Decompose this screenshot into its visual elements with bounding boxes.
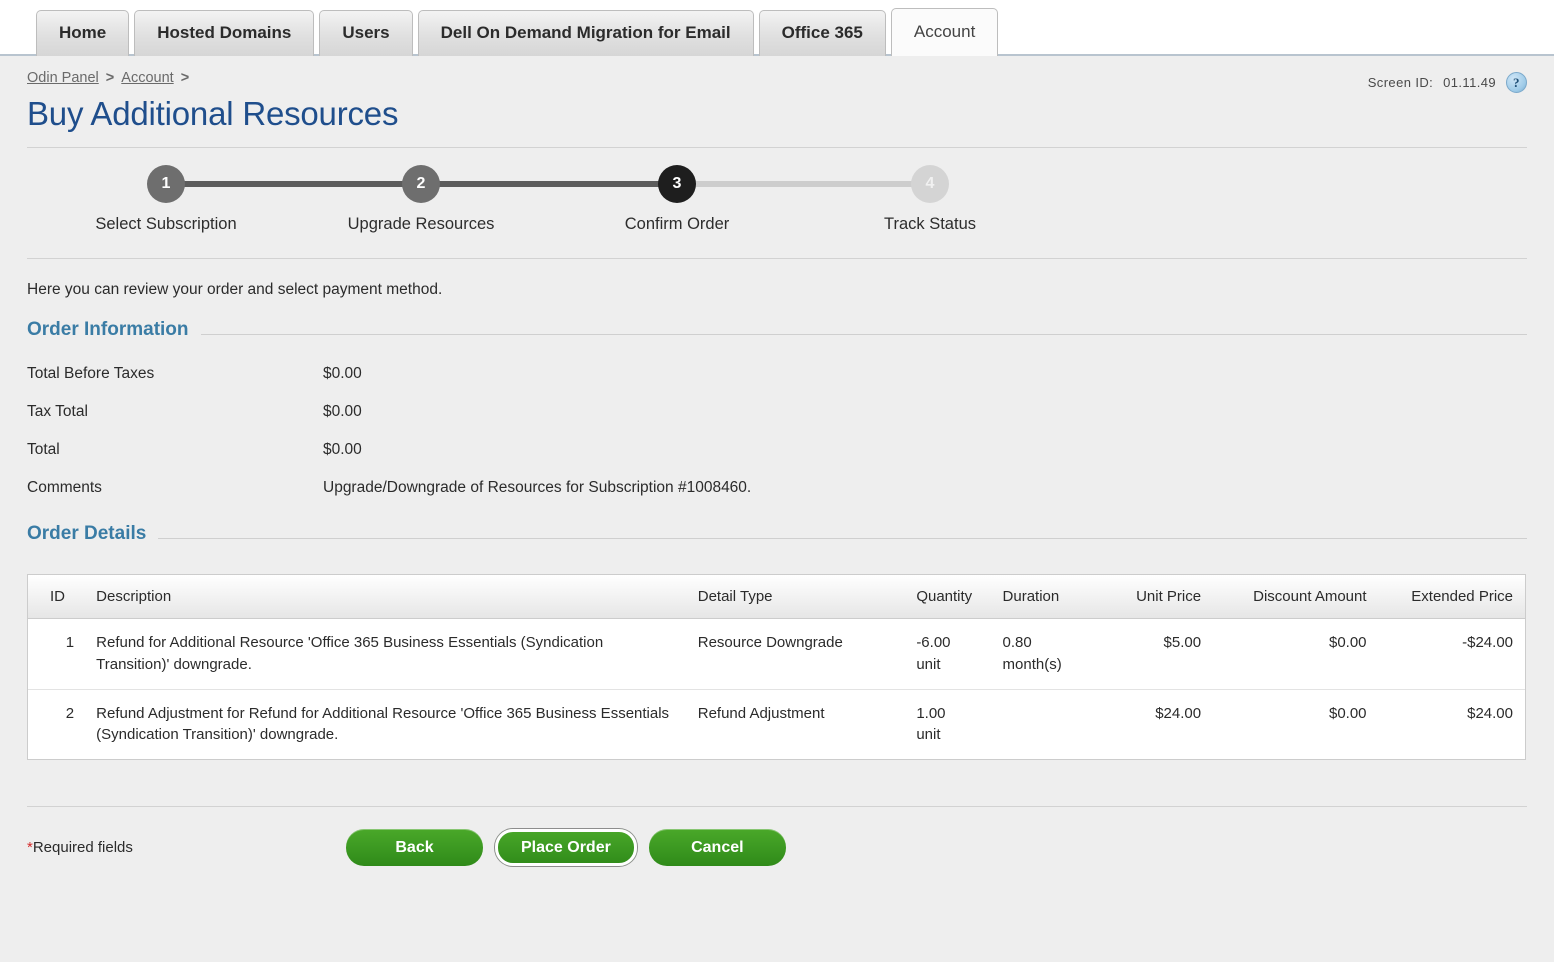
- cell-id: 2: [28, 688, 87, 759]
- step-label-2: Upgrade Resources: [347, 215, 495, 233]
- table-row[interactable]: 1 Refund for Additional Resource 'Office …: [28, 619, 1525, 690]
- duration-value: 0.80: [1002, 634, 1032, 651]
- tab-users[interactable]: Users: [319, 10, 413, 56]
- order-information-heading-label: Order Information: [27, 319, 189, 340]
- order-details-table: ID Description Detail Type Quantity Duration…: [28, 575, 1525, 759]
- cell-duration: 0.80 month(s): [993, 619, 1095, 690]
- info-row: Total $0.00: [27, 431, 1527, 469]
- info-row-value: Upgrade/Downgrade of Resources for Subsc…: [323, 479, 752, 496]
- tab-hosted-domains[interactable]: Hosted Domains: [134, 10, 315, 56]
- intro-text: Here you can review your order and selec…: [27, 281, 443, 298]
- cell-quantity: 1.00 unit: [906, 688, 993, 759]
- info-row-value: $0.00: [323, 365, 362, 382]
- order-details-heading-label: Order Details: [27, 523, 147, 544]
- wizard-stepper: 1 Select Subscription 2 Upgrade Resources 3 C…: [27, 160, 1527, 258]
- breadcrumb-separator: >: [176, 70, 190, 86]
- place-order-button[interactable]: Place Order: [495, 829, 637, 866]
- cell-id: 1: [65, 634, 75, 651]
- step-circle-3[interactable]: 3: [658, 165, 696, 203]
- breadcrumb: Odin Panel > Account >: [27, 70, 192, 86]
- cell-discount-amount: $0.00: [1211, 688, 1377, 759]
- step-circle-2[interactable]: 2: [402, 165, 440, 203]
- step-circle-1[interactable]: 1: [147, 165, 185, 203]
- cancel-button[interactable]: Cancel: [648, 829, 786, 866]
- tab-office-365[interactable]: Office 365: [758, 10, 886, 56]
- breadcrumb-link-odin-panel[interactable]: Odin Panel: [27, 70, 99, 86]
- order-information-heading: Order Information: [27, 319, 1527, 341]
- table-header: ID Description Detail Type Quantity Duration…: [28, 575, 1525, 619]
- back-button[interactable]: Back: [346, 829, 483, 866]
- page-container: Odin Panel > Account > Screen ID: 01.11.…: [0, 56, 1554, 866]
- cell-quantity: -6.00 unit: [906, 619, 992, 690]
- footer-actions: *Required fields Back Place Order Cancel: [27, 807, 1527, 866]
- info-row-label: Tax Total: [27, 403, 88, 420]
- cell-description: Refund for Additional Resource 'Office 3…: [96, 634, 604, 673]
- order-details-table-wrapper: ID Description Detail Type Quantity Duration…: [27, 574, 1526, 760]
- title-divider: [27, 147, 1527, 148]
- info-row-label: Total Before Taxes: [27, 365, 155, 382]
- step-circle-4[interactable]: 4: [911, 165, 949, 203]
- tab-home[interactable]: Home: [36, 10, 130, 56]
- column-header-description[interactable]: Description: [86, 575, 688, 619]
- quantity-unit: unit: [916, 726, 941, 744]
- stepper-connector: [421, 181, 677, 187]
- tab-account[interactable]: Account: [890, 8, 999, 56]
- cell-extended-price: -$24.00: [1462, 634, 1513, 651]
- heading-rule: [158, 537, 1527, 539]
- table-body: 1 Refund for Additional Resource 'Office …: [28, 619, 1525, 759]
- column-header-duration[interactable]: Duration: [992, 575, 1095, 619]
- column-header-discount-amount[interactable]: Discount Amount: [1211, 575, 1377, 619]
- column-header-id[interactable]: ID: [28, 575, 87, 619]
- info-row-label: Total: [27, 441, 60, 458]
- screen-id-block: Screen ID: 01.11.49 ?: [1368, 70, 1527, 93]
- info-row: Comments Upgrade/Downgrade of Resources f…: [27, 469, 1527, 507]
- quantity-unit: unit: [916, 655, 941, 673]
- breadcrumb-separator: >: [101, 70, 119, 86]
- column-header-quantity[interactable]: Quantity: [906, 575, 993, 619]
- column-header-detail-type[interactable]: Detail Type: [687, 575, 907, 619]
- tab-dell-on-demand-migration-for-email[interactable]: Dell On Demand Migration for Email: [417, 10, 754, 56]
- info-row-value: $0.00: [323, 403, 362, 420]
- duration-unit: month(s): [1002, 655, 1062, 673]
- info-row-label: Comments: [27, 479, 102, 496]
- step-label-4: Track Status: [884, 215, 976, 233]
- quantity-value: 1.00: [916, 704, 946, 722]
- table-row[interactable]: 2 Refund Adjustment for Refund for Additi…: [28, 688, 1525, 759]
- table-header-row: ID Description Detail Type Quantity Duration…: [28, 575, 1525, 619]
- breadcrumb-row: Odin Panel > Account > Screen ID: 01.11.…: [27, 56, 1527, 93]
- quantity-value: -6.00: [916, 634, 951, 651]
- info-row: Total Before Taxes $0.00: [27, 355, 1527, 393]
- order-details-heading: Order Details: [27, 523, 1527, 545]
- stepper-connector: [166, 181, 421, 187]
- screen-id-value: 01.11.49: [1443, 75, 1496, 90]
- breadcrumb-link-account[interactable]: Account: [121, 70, 173, 86]
- step-label-3: Confirm Order: [624, 215, 730, 233]
- page-title: Buy Additional Resources: [27, 95, 399, 132]
- step-label-1: Select Subscription: [95, 215, 237, 233]
- heading-rule: [200, 333, 1527, 335]
- cell-discount-amount: $0.00: [1328, 634, 1367, 651]
- required-fields-label: Required fields: [32, 839, 133, 856]
- screen-id-label: Screen ID:: [1367, 75, 1434, 90]
- column-header-extended-price[interactable]: Extended Price: [1376, 575, 1525, 619]
- order-information-rows: Total Before Taxes $0.00 Tax Total $0.00 Tot…: [27, 355, 1527, 507]
- cell-detail-type: Resource Downgrade: [697, 634, 843, 651]
- cell-duration: [992, 688, 1095, 759]
- primary-tab-bar: Home Hosted Domains Users Dell On Demand Mi…: [0, 0, 1554, 56]
- cell-extended-price: $24.00: [1376, 688, 1525, 759]
- button-group: Back Place Order Cancel: [346, 829, 798, 866]
- cell-description: Refund Adjustment for Refund for Additio…: [86, 688, 688, 759]
- required-fields-note: *Required fields: [27, 839, 346, 856]
- cell-unit-price: $24.00: [1094, 688, 1212, 759]
- stepper-connector: [677, 181, 930, 187]
- info-row: Tax Total $0.00: [27, 393, 1527, 431]
- info-row-value: $0.00: [323, 441, 362, 458]
- cell-unit-price: $5.00: [1163, 634, 1202, 651]
- column-header-unit-price[interactable]: Unit Price: [1094, 575, 1212, 619]
- question-mark-icon[interactable]: ?: [1506, 72, 1527, 93]
- cell-detail-type: Refund Adjustment: [687, 688, 907, 759]
